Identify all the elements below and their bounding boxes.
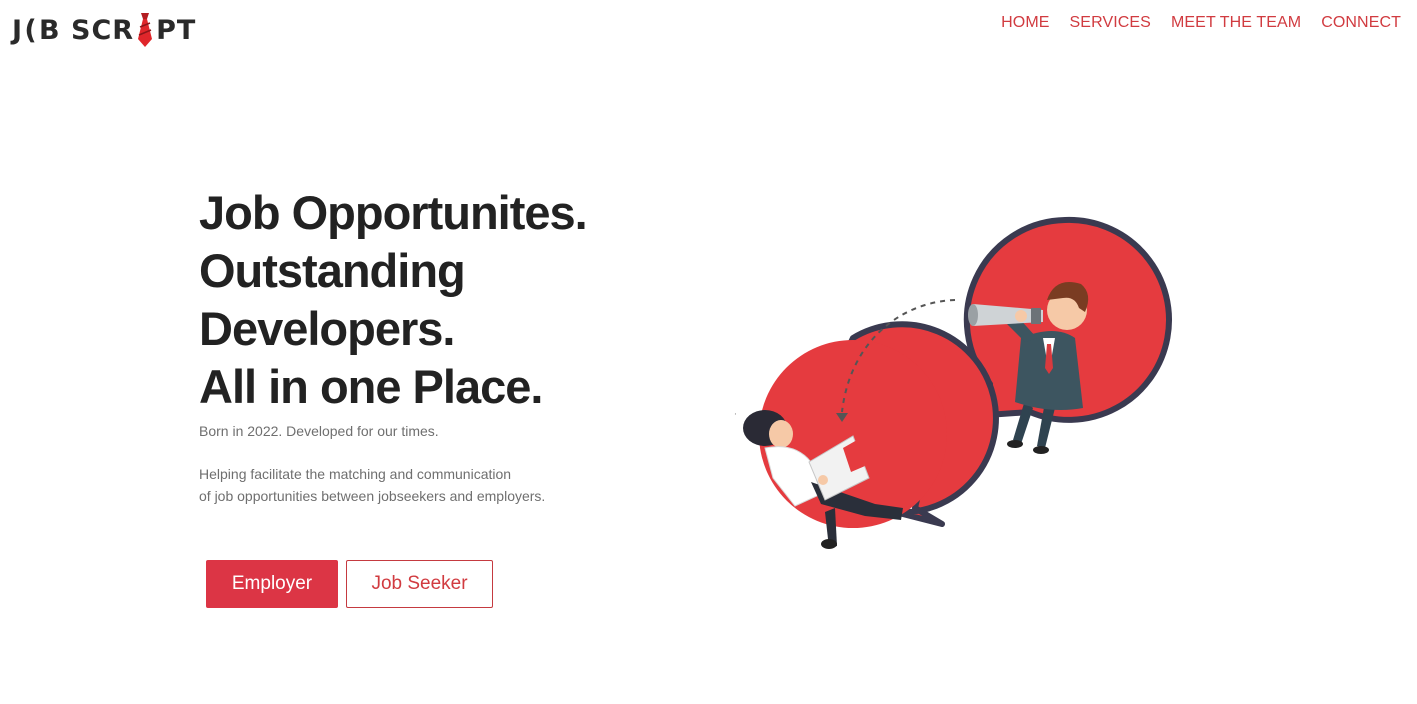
nav-services[interactable]: SERVICES — [1070, 14, 1151, 32]
main-nav: HOME SERVICES MEET THE TEAM CONNECT — [1001, 14, 1401, 32]
hero-tagline: Born in 2022. Developed for our times. — [199, 423, 439, 439]
headline-line-2: Outstanding — [199, 244, 466, 297]
headline-line-4: All in one Place. — [199, 360, 543, 413]
page: J ( B SCR PT HOME SERVICES MEET THE TEAM… — [0, 0, 1417, 704]
logo[interactable]: J ( B SCR PT — [12, 10, 196, 50]
description-line-1: Helping facilitate the matching and comm… — [199, 466, 512, 482]
employer-button[interactable]: Employer — [206, 560, 338, 608]
necktie-icon — [138, 13, 153, 47]
hero-section: Job Opportunites. Outstanding Developers… — [199, 184, 659, 507]
logo-text-pt: PT — [156, 14, 197, 46]
hero-description: Helping facilitate the matching and comm… — [199, 463, 659, 507]
hero-headline: Job Opportunites. Outstanding Developers… — [199, 184, 659, 416]
nav-connect[interactable]: CONNECT — [1321, 14, 1401, 32]
headline-line-1: Job Opportunites. — [199, 186, 588, 239]
description-line-2: of job opportunities between jobseekers … — [199, 488, 546, 504]
job-seeker-button[interactable]: Job Seeker — [346, 560, 493, 608]
small-mark: · — [734, 410, 737, 420]
hero-illustration: · — [734, 216, 1172, 549]
headline-line-3: Developers. — [199, 302, 455, 355]
cta-buttons: Employer Job Seeker — [206, 560, 493, 608]
logo-text-bscr: B SCR — [39, 14, 135, 46]
nav-home[interactable]: HOME — [1001, 14, 1049, 32]
logo-o-bracket-icon: ( — [24, 14, 38, 46]
nav-meet-the-team[interactable]: MEET THE TEAM — [1171, 14, 1301, 32]
logo-text-j: J — [12, 14, 24, 46]
